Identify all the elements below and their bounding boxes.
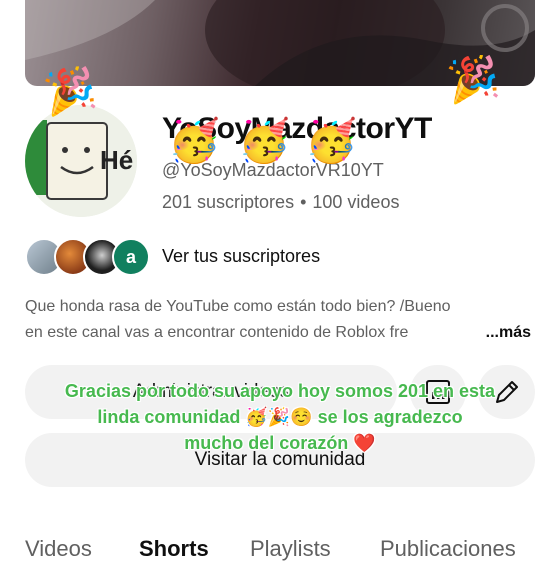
video-count: 100 videos — [312, 192, 400, 212]
subscriber-count: 201 suscriptores — [162, 192, 295, 212]
party-face-sticker: 🥳 — [168, 117, 221, 164]
avatar-text: Hé — [100, 145, 134, 175]
view-subscribers-row[interactable]: a Ver tus suscriptores — [25, 236, 345, 276]
description-line: en este canal vas a encontrar contenido … — [25, 324, 409, 341]
channel-description[interactable]: Que honda rasa de YouTube como están tod… — [25, 294, 537, 346]
overlay-line: linda comunidad 🥳🎉☺️ se los agradezco — [97, 407, 463, 427]
view-subscribers-link[interactable]: Ver tus suscriptores — [162, 246, 320, 267]
more-link[interactable]: ...más — [475, 320, 531, 346]
party-face-sticker: 🥳 — [305, 117, 358, 164]
overlay-line: Gracias por todo su apoyo hoy somos 201 … — [64, 381, 496, 401]
tab-publicaciones[interactable]: Publicaciones — [380, 536, 516, 562]
description-line: Que honda rasa de YouTube como están tod… — [25, 298, 451, 315]
channel-avatar[interactable]: Hé — [25, 105, 137, 217]
tab-videos[interactable]: Videos — [25, 536, 92, 562]
subscriber-avatar: a — [112, 238, 150, 276]
tab-playlists[interactable]: Playlists — [250, 536, 331, 562]
separator-dot: • — [300, 192, 307, 212]
channel-tabs: Videos Shorts Playlists Publicaciones — [25, 536, 560, 562]
channel-stats: 201 suscriptores • 100 videos — [162, 192, 399, 213]
overlay-line: mucho del corazón ❤️ — [184, 433, 376, 453]
party-popper-sticker: 🎉 — [443, 51, 503, 106]
tab-shorts[interactable]: Shorts — [139, 536, 209, 562]
thank-you-overlay: Gracias por todo su apoyo hoy somos 201 … — [30, 378, 530, 456]
party-face-sticker: 🥳 — [238, 117, 291, 164]
party-popper-sticker: 🎉 — [40, 62, 100, 119]
